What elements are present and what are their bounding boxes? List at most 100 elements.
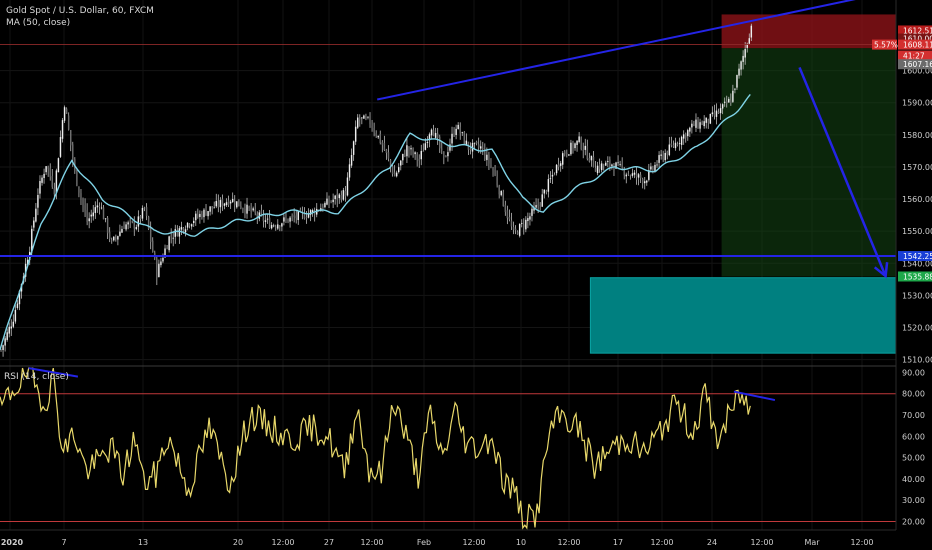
candle-body: [408, 146, 410, 151]
candle-body: [750, 25, 753, 38]
candle-body: [108, 231, 111, 240]
candle-body: [37, 194, 39, 208]
candle-body: [248, 206, 250, 209]
candle-body: [182, 227, 185, 232]
candle-body: [72, 144, 74, 160]
candle-body: [650, 166, 652, 170]
candle-body: [480, 146, 482, 149]
price-tick-label: 1570.00: [902, 163, 932, 172]
time-tick-label: 12:00: [750, 538, 773, 547]
candle-body: [740, 61, 742, 70]
candle-body: [455, 128, 457, 135]
candle-body: [217, 201, 220, 207]
time-tick-label: Feb: [417, 538, 431, 547]
candle-body: [473, 142, 476, 144]
candle-body: [178, 228, 181, 237]
candle-body: [186, 222, 189, 228]
price-tick-label: 1590.00: [902, 99, 932, 108]
time-tick-label: 27: [324, 538, 334, 547]
rsi-tick-label: 30.00: [902, 496, 925, 505]
candle-body: [252, 208, 254, 211]
candle-body: [693, 123, 695, 127]
time-tick-label: 20: [233, 538, 243, 547]
candle-body: [326, 198, 328, 205]
candle-body: [324, 203, 326, 208]
candle-body: [721, 104, 724, 109]
candle-body: [600, 163, 603, 171]
price-tag-label: 1607.16: [903, 60, 932, 69]
candle-body: [543, 189, 545, 194]
candle-body: [588, 157, 591, 162]
percent-tag-label: 5.57%: [874, 41, 898, 50]
candle-body: [680, 136, 683, 145]
candle-body: [715, 110, 718, 117]
candle-body: [469, 148, 472, 151]
candle-body: [49, 167, 51, 178]
candle-body: [676, 144, 679, 145]
candle-body: [418, 158, 420, 161]
candle-body: [168, 236, 170, 251]
candle-body: [270, 225, 273, 229]
candle-body: [211, 206, 213, 209]
price-tick-label: 1510.00: [902, 356, 932, 365]
candle-body: [277, 224, 279, 229]
time-tick-label: 7: [61, 538, 66, 547]
candle-body: [656, 164, 658, 166]
candle-body: [557, 164, 560, 168]
candle-body: [369, 116, 371, 125]
candle-body: [502, 192, 504, 207]
candle-body: [287, 218, 289, 223]
candle-body: [559, 163, 562, 166]
candle-body: [516, 231, 519, 235]
candle-body: [439, 136, 441, 149]
candle-body: [299, 209, 302, 211]
candle-body: [275, 226, 277, 228]
candle-body: [705, 117, 707, 123]
candle-body: [430, 129, 433, 136]
candle-body: [346, 177, 349, 196]
candle-body: [285, 218, 287, 220]
candle-body: [521, 223, 523, 224]
candle-body: [564, 151, 566, 155]
candle-body: [576, 140, 578, 145]
time-tick-label: 2020: [1, 538, 24, 547]
rsi-tick-label: 50.00: [902, 454, 925, 463]
candle-body: [666, 151, 668, 155]
candle-body: [371, 125, 373, 129]
candle-body: [61, 120, 64, 139]
candle-body: [510, 220, 513, 227]
candle-body: [607, 161, 609, 163]
candle-body: [51, 175, 53, 187]
candle-body: [553, 174, 556, 176]
candle-body: [199, 213, 201, 218]
candle-body: [338, 194, 340, 199]
candle-body: [644, 181, 646, 184]
candle-body: [619, 164, 621, 165]
candle-body: [658, 155, 660, 163]
candle-body: [641, 178, 644, 184]
candle-body: [70, 130, 72, 146]
candle-body: [111, 240, 113, 242]
candle-body: [512, 227, 515, 230]
candle-body: [555, 164, 558, 174]
candle-body: [141, 207, 144, 219]
candle-body: [625, 174, 627, 177]
chart-canvas[interactable]: 1600.001590.001580.001570.001560.001550.…: [0, 0, 932, 550]
candle-body: [266, 218, 269, 220]
candle-body: [135, 227, 138, 230]
candle-body: [664, 153, 666, 161]
candle-body: [603, 164, 605, 166]
candle-body: [547, 179, 550, 192]
candle-body: [4, 338, 6, 346]
rsi-tick-label: 60.00: [902, 432, 925, 441]
candle-body: [398, 167, 400, 173]
candle-body: [354, 126, 357, 142]
candle-body: [268, 217, 271, 229]
candle-body: [125, 224, 127, 230]
candle-body: [45, 166, 47, 173]
candle-body: [193, 220, 195, 224]
candle-body: [738, 68, 740, 76]
candle-body: [82, 198, 84, 206]
rsi-tick-label: 70.00: [902, 411, 925, 420]
candle-body: [90, 214, 92, 217]
